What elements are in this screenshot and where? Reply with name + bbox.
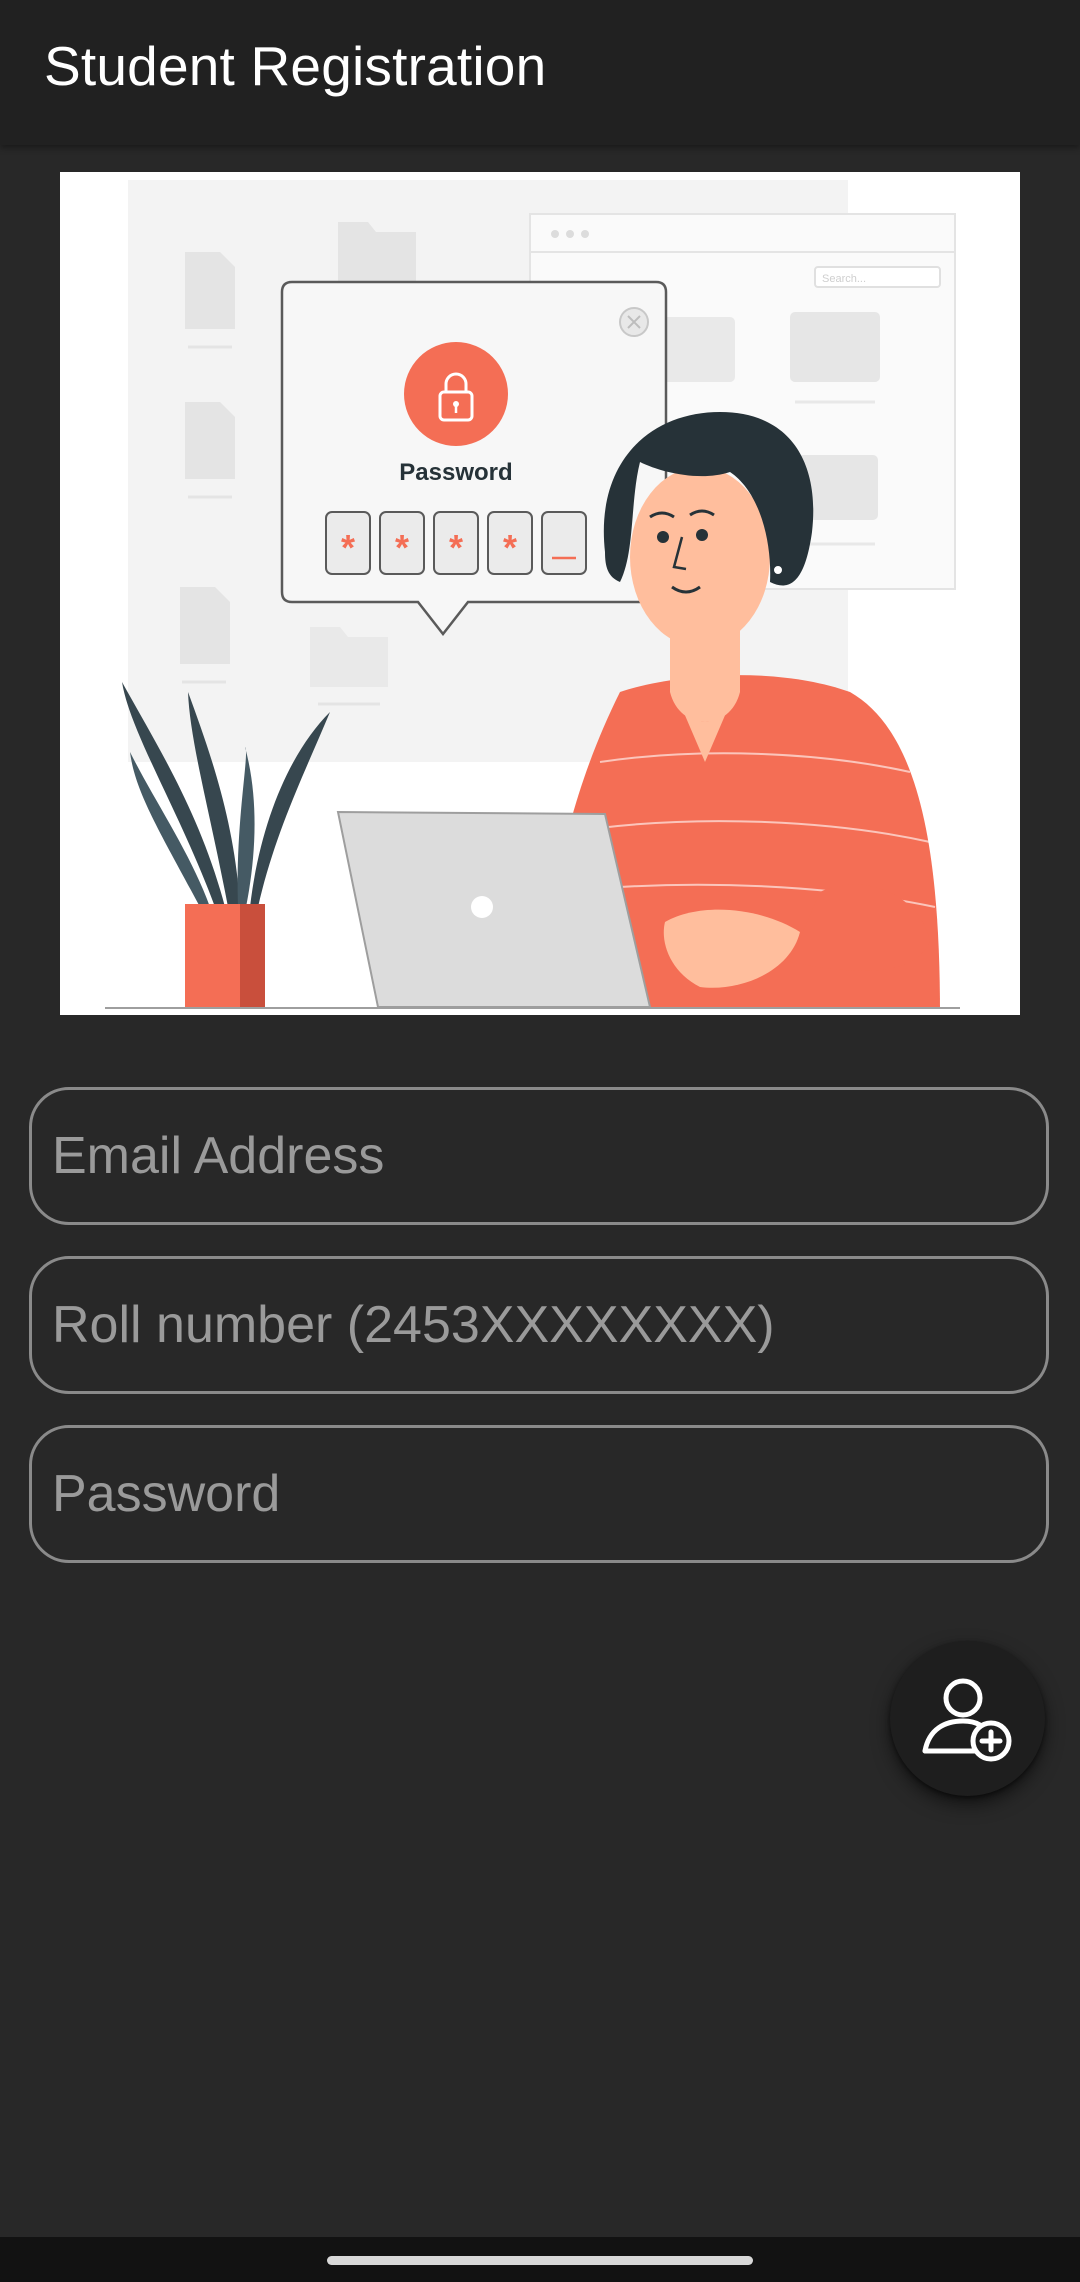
pin-char: *: [395, 527, 409, 568]
email-input[interactable]: [32, 1090, 1046, 1222]
home-gesture-handle[interactable]: [327, 2256, 753, 2265]
pin-boxes: * * * *: [325, 511, 587, 575]
email-field[interactable]: [29, 1087, 1049, 1225]
add-user-icon: [922, 1678, 1012, 1762]
roll-number-input[interactable]: [32, 1259, 1046, 1391]
illustration-password-label: Password: [399, 459, 512, 486]
illustration-search-text: Search...: [822, 273, 866, 285]
system-nav-bar: [0, 2237, 1080, 2282]
pin-char: *: [341, 527, 355, 568]
page-title: Student Registration: [44, 35, 547, 97]
password-input[interactable]: [32, 1428, 1046, 1560]
pin-char: *: [503, 527, 517, 568]
app-bar: Student Registration: [0, 0, 1080, 145]
password-field[interactable]: [29, 1425, 1049, 1563]
hero-illustration: Search... Password * * * *: [60, 172, 1020, 1015]
roll-number-field[interactable]: [29, 1256, 1049, 1394]
registration-screen: Student Registration Search... Password …: [0, 0, 1080, 2282]
password-illustration-image: Search... Password * * * *: [60, 180, 1020, 1015]
pin-char: *: [449, 527, 463, 568]
register-button[interactable]: [890, 1641, 1045, 1796]
